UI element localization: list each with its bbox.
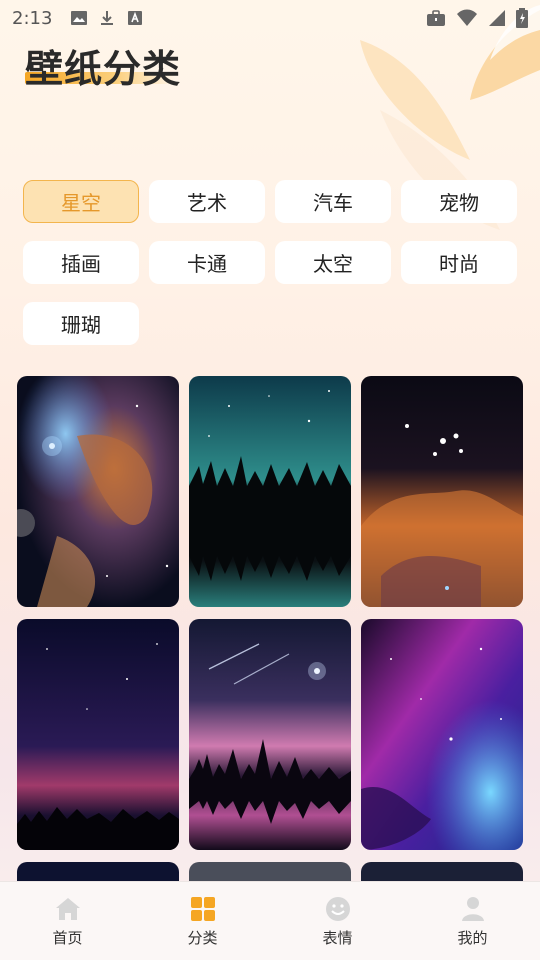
emoji-icon [324,895,352,923]
wallpaper-purple-galaxy[interactable] [361,619,523,850]
category-grid-icon [189,895,217,923]
home-icon [54,895,82,923]
wallpaper-grid [17,376,523,892]
tab-home[interactable]: 首页 [13,895,123,948]
wallpaper-nebula-cosmic[interactable] [17,376,179,607]
battery-icon [516,8,528,28]
category-chip-shishang[interactable]: 时尚 [401,241,517,284]
status-time: 2:13 [12,7,53,29]
category-chip-yishu[interactable]: 艺术 [149,180,265,223]
category-chip-qiche[interactable]: 汽车 [275,180,391,223]
signal-icon [488,9,506,27]
tab-profile-label: 我的 [457,928,488,947]
status-bar: 2:13 [0,0,540,36]
wifi-icon [456,9,478,27]
category-chip-shanhu[interactable]: 珊瑚 [23,302,139,345]
wallpaper-meteor-pink-forest[interactable] [189,619,351,850]
tab-profile[interactable]: 我的 [418,895,528,948]
bottom-tab-bar: 首页 分类 表情 我的 [0,881,540,960]
profile-icon [459,895,487,923]
wallpaper-orange-nebula[interactable] [361,376,523,607]
tab-category-label: 分类 [187,928,218,947]
category-chip-katong[interactable]: 卡通 [149,241,265,284]
page-title: 壁纸分类 [25,47,182,91]
tab-category[interactable]: 分类 [148,895,258,948]
wallpaper-milky-way-forest[interactable] [189,376,351,607]
tab-home-label: 首页 [52,928,83,947]
briefcase-icon [426,9,446,27]
wallpaper-night-sky-treeline[interactable] [17,619,179,850]
tab-emoji[interactable]: 表情 [283,895,393,948]
category-list: 星空 艺术 汽车 宠物 插画 卡通 太空 时尚 珊瑚 [23,180,517,345]
image-icon [70,9,88,27]
category-chip-chahua[interactable]: 插画 [23,241,139,284]
category-chip-taikong[interactable]: 太空 [275,241,391,284]
download-icon [98,9,116,27]
category-chip-xingkong[interactable]: 星空 [23,180,139,223]
a-box-icon [126,9,144,27]
category-chip-chongwu[interactable]: 宠物 [401,180,517,223]
tab-emoji-label: 表情 [322,928,353,947]
